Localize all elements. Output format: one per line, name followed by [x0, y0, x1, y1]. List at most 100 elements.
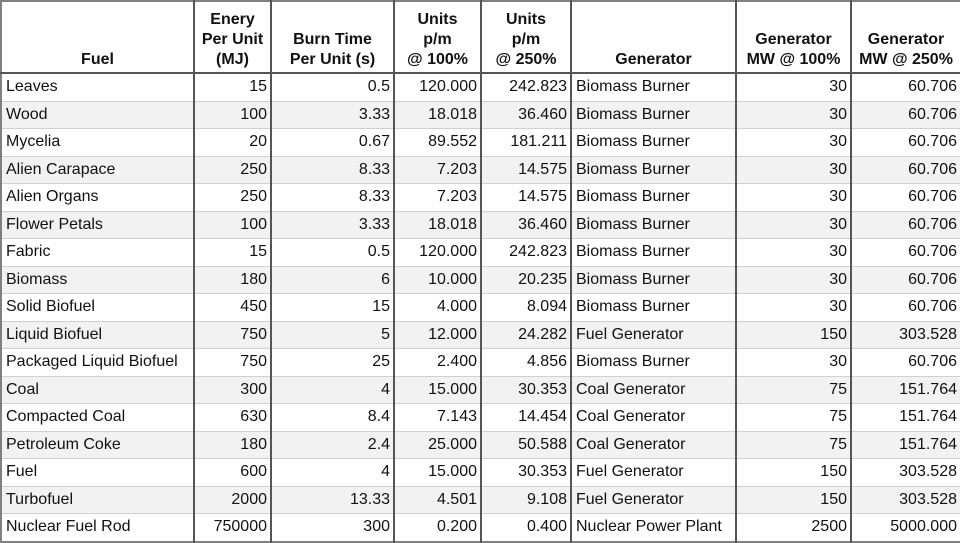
fuel-cell: Alien Organs	[1, 183, 194, 211]
generator-cell: Biomass Burner	[570, 238, 736, 266]
units-100-cell: 25.000	[393, 430, 481, 459]
generator-cell: Biomass Burner	[570, 348, 736, 376]
table-row: Mycelia 20 0.67 89.552 181.211 Biomass Burner…	[1, 128, 960, 156]
header-energy-per-unit: Enery Per Unit (MJ)	[193, 1, 271, 74]
table-row: Biomass 180 6 10.000 20.235 Biomass Burner 30 6…	[1, 265, 960, 294]
energy-cell: 100	[193, 210, 271, 239]
fuel-cell: Turbofuel	[1, 485, 194, 514]
mw-100-cell: 75	[735, 403, 851, 431]
burn-time-cell: 0.5	[270, 72, 394, 101]
fuel-cell: Fabric	[1, 238, 194, 266]
header-units-100: Units p/m @ 100%	[393, 1, 481, 74]
mw-100-cell: 30	[735, 183, 851, 211]
generator-cell: Coal Generator	[570, 403, 736, 431]
mw-100-cell: 150	[735, 320, 851, 349]
units-250-cell: 14.454	[480, 403, 571, 431]
mw-250-cell: 5000.000	[850, 513, 960, 542]
mw-250-cell: 60.706	[850, 210, 960, 239]
burn-time-cell: 8.33	[270, 155, 394, 184]
mw-100-cell: 150	[735, 458, 851, 486]
table-row: Nuclear Fuel Rod 750000 300 0.200 0.400 Nucle…	[1, 513, 960, 542]
mw-250-cell: 60.706	[850, 293, 960, 321]
energy-cell: 600	[193, 458, 271, 486]
burn-time-cell: 4	[270, 458, 394, 486]
burn-time-cell: 8.33	[270, 183, 394, 211]
generator-cell: Fuel Generator	[570, 458, 736, 486]
energy-cell: 450	[193, 293, 271, 321]
burn-time-cell: 3.33	[270, 210, 394, 239]
units-100-cell: 4.000	[393, 293, 481, 321]
mw-100-cell: 75	[735, 375, 851, 404]
table-row: Flower Petals 100 3.33 18.018 36.460 Biomass …	[1, 210, 960, 239]
generator-cell: Biomass Burner	[570, 210, 736, 239]
units-100-cell: 15.000	[393, 458, 481, 486]
units-250-cell: 14.575	[480, 155, 571, 184]
mw-100-cell: 30	[735, 72, 851, 101]
mw-250-cell: 60.706	[850, 72, 960, 101]
units-100-cell: 0.200	[393, 513, 481, 542]
mw-100-cell: 2500	[735, 513, 851, 542]
mw-100-cell: 30	[735, 348, 851, 376]
header-units-250: Units p/m @ 250%	[480, 1, 571, 74]
header-row: Fuel Enery Per Unit (MJ) Burn Time Per U…	[1, 1, 960, 74]
table-row: Leaves 15 0.5 120.000 242.823 Biomass Burner 3…	[1, 72, 960, 101]
units-250-cell: 36.460	[480, 210, 571, 239]
energy-cell: 2000	[193, 485, 271, 514]
generator-cell: Biomass Burner	[570, 128, 736, 156]
generator-cell: Coal Generator	[570, 375, 736, 404]
mw-250-cell: 60.706	[850, 265, 960, 294]
burn-time-cell: 2.4	[270, 430, 394, 459]
units-100-cell: 120.000	[393, 238, 481, 266]
mw-100-cell: 30	[735, 210, 851, 239]
energy-cell: 15	[193, 72, 271, 101]
fuel-cell: Fuel	[1, 458, 194, 486]
units-250-cell: 36.460	[480, 100, 571, 129]
burn-time-cell: 3.33	[270, 100, 394, 129]
table-body: Leaves 15 0.5 120.000 242.823 Biomass Burner 3…	[1, 72, 960, 542]
header-generator: Generator	[570, 1, 736, 74]
burn-time-cell: 13.33	[270, 485, 394, 514]
units-250-cell: 20.235	[480, 265, 571, 294]
fuel-cell: Flower Petals	[1, 210, 194, 239]
generator-cell: Biomass Burner	[570, 265, 736, 294]
fuel-table: Fuel Enery Per Unit (MJ) Burn Time Per U…	[0, 0, 960, 543]
units-100-cell: 18.018	[393, 100, 481, 129]
units-100-cell: 18.018	[393, 210, 481, 239]
units-100-cell: 7.203	[393, 183, 481, 211]
energy-cell: 180	[193, 265, 271, 294]
burn-time-cell: 6	[270, 265, 394, 294]
fuel-cell: Compacted Coal	[1, 403, 194, 431]
header-burn-time: Burn Time Per Unit (s)	[270, 1, 394, 74]
mw-100-cell: 30	[735, 293, 851, 321]
table-row: Turbofuel 2000 13.33 4.501 9.108 Fuel Generat…	[1, 485, 960, 514]
mw-100-cell: 30	[735, 238, 851, 266]
fuel-cell: Coal	[1, 375, 194, 404]
units-100-cell: 2.400	[393, 348, 481, 376]
energy-cell: 750000	[193, 513, 271, 542]
units-100-cell: 7.143	[393, 403, 481, 431]
mw-100-cell: 75	[735, 430, 851, 459]
generator-cell: Nuclear Power Plant	[570, 513, 736, 542]
header-fuel: Fuel	[1, 1, 194, 74]
fuel-cell: Packaged Liquid Biofuel	[1, 348, 194, 376]
energy-cell: 250	[193, 183, 271, 211]
burn-time-cell: 15	[270, 293, 394, 321]
mw-250-cell: 60.706	[850, 128, 960, 156]
units-100-cell: 15.000	[393, 375, 481, 404]
units-100-cell: 120.000	[393, 72, 481, 101]
burn-time-cell: 5	[270, 320, 394, 349]
burn-time-cell: 300	[270, 513, 394, 542]
units-250-cell: 242.823	[480, 238, 571, 266]
fuel-cell: Wood	[1, 100, 194, 129]
table-row: Packaged Liquid Biofuel 750 25 2.400 4.856 Bi…	[1, 348, 960, 376]
fuel-cell: Liquid Biofuel	[1, 320, 194, 349]
mw-250-cell: 60.706	[850, 183, 960, 211]
header-mw-100: Generator MW @ 100%	[735, 1, 851, 74]
fuel-cell: Solid Biofuel	[1, 293, 194, 321]
burn-time-cell: 0.67	[270, 128, 394, 156]
fuel-cell: Nuclear Fuel Rod	[1, 513, 194, 542]
mw-100-cell: 150	[735, 485, 851, 514]
mw-100-cell: 30	[735, 155, 851, 184]
mw-250-cell: 60.706	[850, 238, 960, 266]
energy-cell: 20	[193, 128, 271, 156]
